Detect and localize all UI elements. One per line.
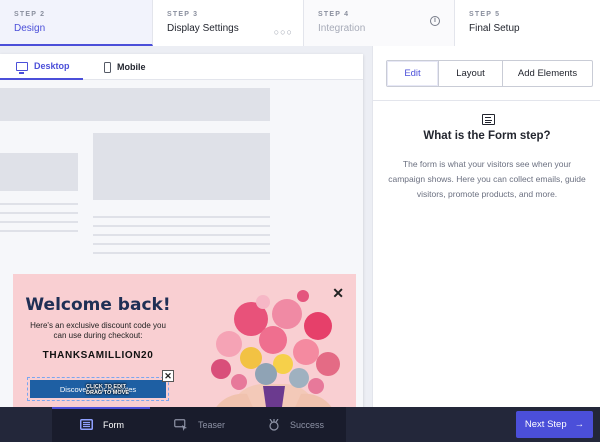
discount-code[interactable]: THANKSAMILLION20 [13, 350, 183, 361]
placeholder-line [93, 243, 270, 245]
drag-hint: CLICK TO EDIT DRAG TO MOVE [86, 384, 129, 396]
tab-edit[interactable]: Edit [387, 61, 439, 86]
success-badge-icon [269, 418, 279, 431]
popup-text[interactable]: Here's an exclusive discount code you ca… [23, 321, 173, 341]
bottom-bar: Form Teaser Success Next Step → [0, 407, 600, 442]
step-design[interactable]: STEP 2 Design [0, 0, 153, 46]
next-step-label: Next Step [524, 419, 567, 430]
bottom-tabs: Form Teaser Success [52, 407, 346, 442]
tab-teaser[interactable]: Teaser [150, 407, 246, 442]
flower-bouquet-image[interactable] [191, 274, 356, 407]
placeholder-line [93, 234, 270, 236]
step-display-settings[interactable]: STEP 3 Display Settings ○○○ [153, 0, 304, 46]
step-title: Design [14, 23, 46, 34]
mobile-icon [104, 61, 111, 73]
website-preview: ✕ Welcome back! Here's an exclusive disc… [0, 80, 363, 407]
arrow-right-icon: → [574, 419, 585, 430]
right-panel: Edit Layout Add Elements What is the For… [372, 46, 600, 407]
step-number: STEP 2 [14, 11, 46, 18]
step-final-setup[interactable]: STEP 5 Final Setup [455, 0, 600, 46]
panel-description: The form is what your visitors see when … [388, 159, 586, 199]
divider [373, 100, 600, 101]
preview-frame: Desktop Mobile ✕ Welcome back! Here's an… [0, 54, 363, 407]
form-icon [80, 419, 93, 430]
placeholder-block [0, 88, 270, 121]
popup-preview[interactable]: ✕ Welcome back! Here's an exclusive disc… [13, 274, 356, 407]
preview-canvas: Desktop Mobile ✕ Welcome back! Here's an… [0, 46, 372, 407]
tab-form-label: Form [103, 419, 124, 430]
editor-tabs: Edit Layout Add Elements [386, 60, 593, 87]
tab-success-label: Success [290, 419, 325, 430]
form-icon [482, 114, 495, 125]
desktop-icon [16, 61, 28, 74]
tab-desktop[interactable]: Desktop [0, 54, 83, 80]
next-step-button[interactable]: Next Step → [516, 411, 593, 438]
info-icon[interactable]: i [430, 16, 440, 26]
placeholder-block [0, 153, 78, 191]
placeholder-line [0, 212, 78, 214]
teaser-cursor-icon [174, 418, 187, 431]
tab-add-elements[interactable]: Add Elements [503, 61, 592, 86]
step-number: STEP 3 [167, 11, 199, 18]
placeholder-line [0, 221, 78, 223]
progress-dots-icon: ○○○ [273, 27, 293, 37]
tab-success[interactable]: Success [246, 407, 346, 442]
popup-title[interactable]: Welcome back! [13, 295, 183, 315]
panel-title: What is the Form step? [423, 130, 551, 142]
placeholder-line [0, 230, 78, 232]
placeholder-line [93, 216, 270, 218]
drag-hint-line2: DRAG TO MOVE [86, 390, 129, 396]
steps-header: STEP 2 Design STEP 3 Display Settings ○○… [0, 0, 600, 46]
tab-desktop-label: Desktop [34, 61, 70, 71]
step-integration[interactable]: STEP 4 Integration i [304, 0, 455, 46]
step-number: STEP 5 [469, 11, 501, 18]
tab-mobile-label: Mobile [117, 62, 146, 72]
tab-teaser-label: Teaser [198, 419, 226, 430]
remove-element-icon[interactable]: ✕ [162, 370, 174, 382]
placeholder-line [93, 252, 270, 254]
step-title: Final Setup [469, 23, 520, 34]
tab-layout[interactable]: Layout [439, 61, 503, 86]
device-tabs: Desktop Mobile [0, 54, 363, 80]
tab-mobile[interactable]: Mobile [104, 54, 146, 80]
placeholder-line [93, 225, 270, 227]
popup-button-selection[interactable]: Discover your favorites ✕ CLICK TO EDIT … [27, 370, 174, 401]
placeholder-line [0, 203, 78, 205]
tab-form[interactable]: Form [52, 407, 150, 442]
placeholder-block [93, 133, 270, 200]
